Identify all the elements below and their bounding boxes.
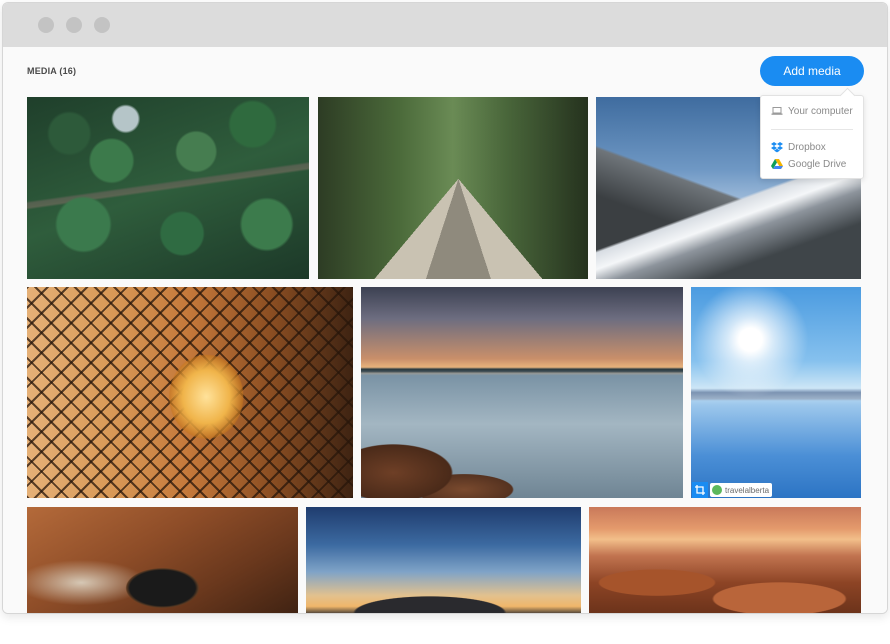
- app-window: MEDIA (16) Add media Your computer Dropb…: [2, 2, 888, 614]
- dropdown-item-google-drive[interactable]: Google Drive: [771, 157, 846, 171]
- window-maximize-button[interactable]: [94, 17, 110, 33]
- dropdown-item-dropbox[interactable]: Dropbox: [771, 140, 826, 154]
- dropdown-item-label: Google Drive: [788, 158, 847, 170]
- google-drive-icon: [771, 158, 783, 170]
- credit-tag[interactable]: travelalberta: [710, 483, 773, 497]
- photo-credit: travelalberta: [692, 482, 773, 498]
- wind-turbines-photo[interactable]: [306, 507, 581, 613]
- light-bulb-fence-photo[interactable]: [27, 287, 353, 498]
- dropdown-item-your-computer[interactable]: Your computer: [771, 104, 853, 118]
- crop-icon[interactable]: [692, 482, 708, 498]
- dropdown-item-label: Dropbox: [788, 141, 826, 153]
- credit-username: travelalberta: [725, 485, 770, 495]
- coast-sunset-photo[interactable]: [361, 287, 683, 498]
- window-titlebar: [3, 3, 887, 47]
- add-media-dropdown: Your computer Dropbox Google Drive: [760, 95, 864, 179]
- media-count-title: MEDIA (16): [27, 66, 77, 76]
- frozen-lake-photo[interactable]: [691, 287, 861, 498]
- window-close-button[interactable]: [38, 17, 54, 33]
- forest-aerial-photo[interactable]: [27, 97, 309, 279]
- dropdown-divider: [771, 129, 853, 130]
- laptop-icon: [771, 105, 783, 117]
- media-panel: MEDIA (16) Add media Your computer Dropb…: [3, 47, 887, 613]
- wooden-bridge-photo[interactable]: [318, 97, 588, 279]
- credit-avatar: [712, 485, 722, 495]
- dropdown-item-label: Your computer: [788, 105, 853, 117]
- window-minimize-button[interactable]: [66, 17, 82, 33]
- add-media-button[interactable]: Add media: [760, 56, 864, 86]
- dropbox-icon: [771, 141, 783, 153]
- animal-eye-photo[interactable]: [27, 507, 298, 613]
- desert-canyon-photo[interactable]: [589, 507, 861, 613]
